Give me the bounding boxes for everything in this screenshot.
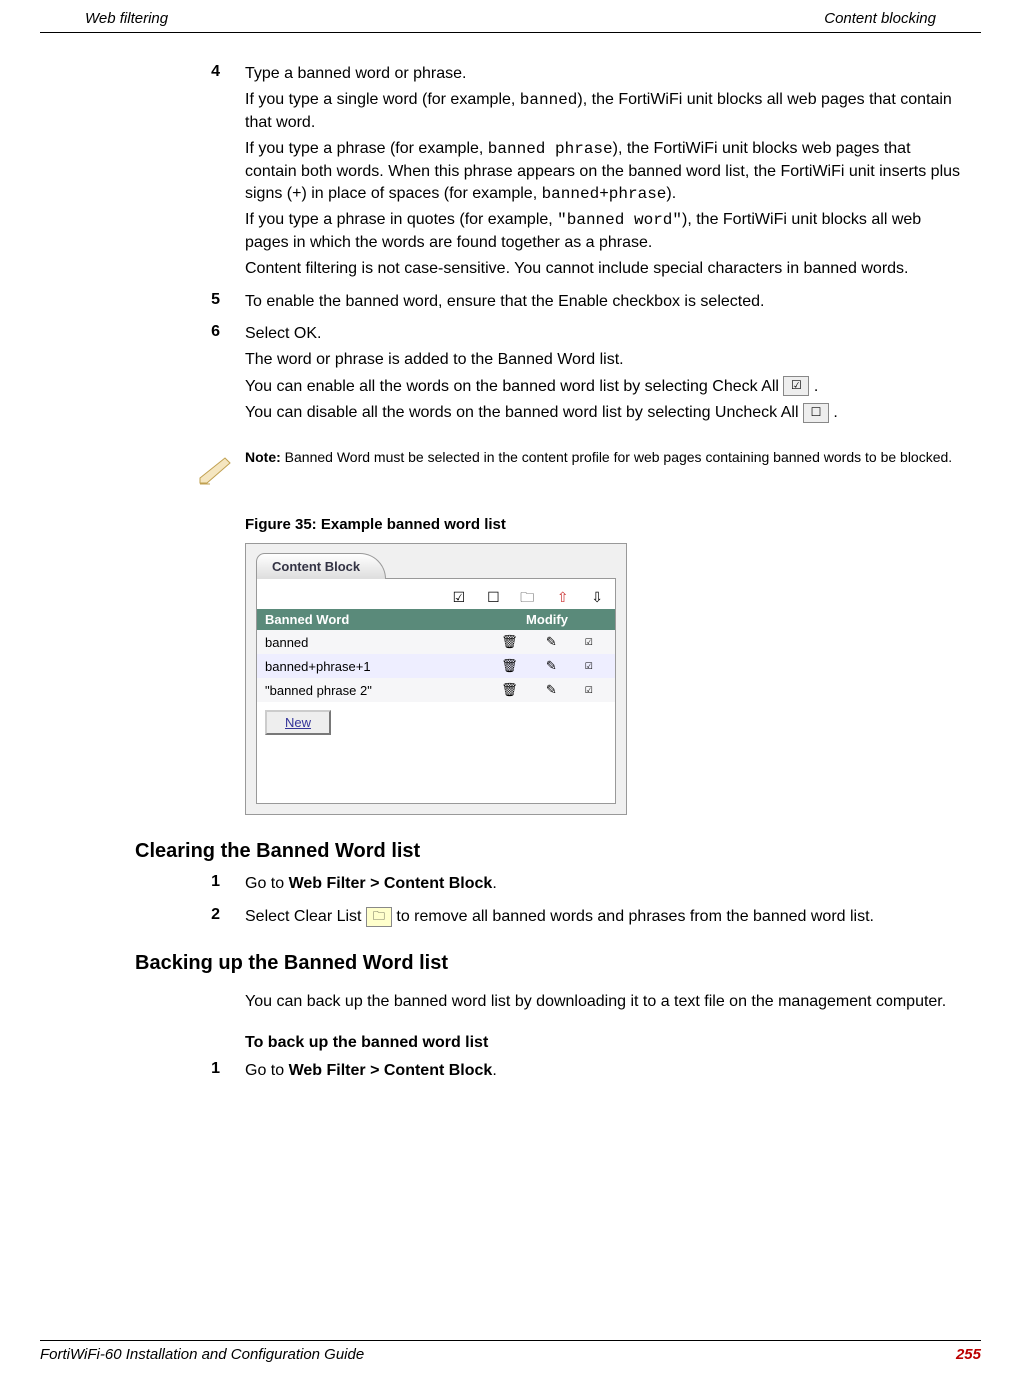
step-6-line1: Select OK. [245,323,966,345]
edit-icon[interactable]: ✎ [546,634,557,650]
step-4-number: 4 [45,63,245,285]
enable-checkbox[interactable]: ☑ [585,658,593,674]
step-6-number: 6 [45,323,245,429]
list-cell-word: banned [265,635,487,650]
toolbar-check-all-icon[interactable]: ☑ [445,589,465,605]
clearing-step-1: Go to Web Filter > Content Block. [245,873,966,895]
backup-intro: You can back up the banned word list by … [245,991,976,1013]
enable-checkbox[interactable]: ☑ [585,634,593,650]
list-cell-word: banned+phrase+1 [265,659,487,674]
list-header-modify: Modify [487,612,607,627]
list-row: banned 🗑 ✎ ☑ [257,630,615,654]
list-cell-word: "banned phrase 2" [265,683,487,698]
toolbar-clear-list-icon[interactable]: 🗀 [514,587,534,603]
toolbar-download-icon[interactable]: ⇩ [583,589,603,605]
step-6-line2: The word or phrase is added to the Banne… [245,349,966,371]
step-5-line1: To enable the banned word, ensure that t… [245,291,966,313]
edit-icon[interactable]: ✎ [546,682,557,698]
backup-step-1-num: 1 [45,1060,245,1086]
delete-icon[interactable]: 🗑 [501,682,518,698]
step-5-number: 5 [45,291,245,317]
step-4-line1: Type a banned word or phrase. [245,63,966,85]
header-left: Web filtering [85,10,168,27]
section-clearing-title: Clearing the Banned Word list [135,840,976,863]
edit-icon[interactable]: ✎ [546,658,557,674]
backup-step-1: Go to Web Filter > Content Block. [245,1060,966,1082]
enable-checkbox[interactable]: ☑ [585,682,593,698]
list-header-banned-word: Banned Word [265,612,487,627]
clearing-step-1-num: 1 [45,873,245,899]
backup-subhead: To back up the banned word list [245,1034,976,1052]
tab-content-block[interactable]: Content Block [256,553,386,579]
step-4-line2: If you type a single word (for example, … [245,89,966,134]
page-number: 255 [956,1346,981,1363]
delete-icon[interactable]: 🗑 [501,658,518,674]
list-row: banned+phrase+1 🗑 ✎ ☑ [257,654,615,678]
clearing-step-2: Select Clear List 🗀 to remove all banned… [245,906,966,928]
new-button[interactable]: New [265,710,331,735]
footer-text: FortiWiFi-60 Installation and Configurat… [40,1346,364,1363]
note-icon [195,448,245,496]
step-4-line3: If you type a phrase (for example, banne… [245,138,966,205]
step-4-line5: Content filtering is not case-sensitive.… [245,258,966,280]
delete-icon[interactable]: 🗑 [501,634,518,650]
toolbar-uncheck-all-icon[interactable]: ☐ [480,589,500,605]
uncheck-all-icon: ☐ [803,403,829,423]
step-4-line4: If you type a phrase in quotes (for exam… [245,209,966,254]
step-6-line4: You can disable all the words on the ban… [245,402,966,424]
figure-caption: Figure 35: Example banned word list [245,516,976,533]
screenshot-content-block: Content Block ☑ ☐ 🗀 ⇧ ⇩ Banned Word Modi… [245,543,627,815]
clear-list-icon: 🗀 [366,907,392,927]
note-text: Note: Banned Word must be selected in th… [245,448,952,468]
toolbar-upload-icon[interactable]: ⇧ [549,589,569,605]
section-backup-title: Backing up the Banned Word list [135,952,976,975]
check-all-icon: ☑ [783,376,809,396]
clearing-step-2-num: 2 [45,906,245,932]
step-6-line3: You can enable all the words on the bann… [245,376,966,398]
list-row: "banned phrase 2" 🗑 ✎ ☑ [257,678,615,702]
header-right: Content blocking [824,10,936,27]
